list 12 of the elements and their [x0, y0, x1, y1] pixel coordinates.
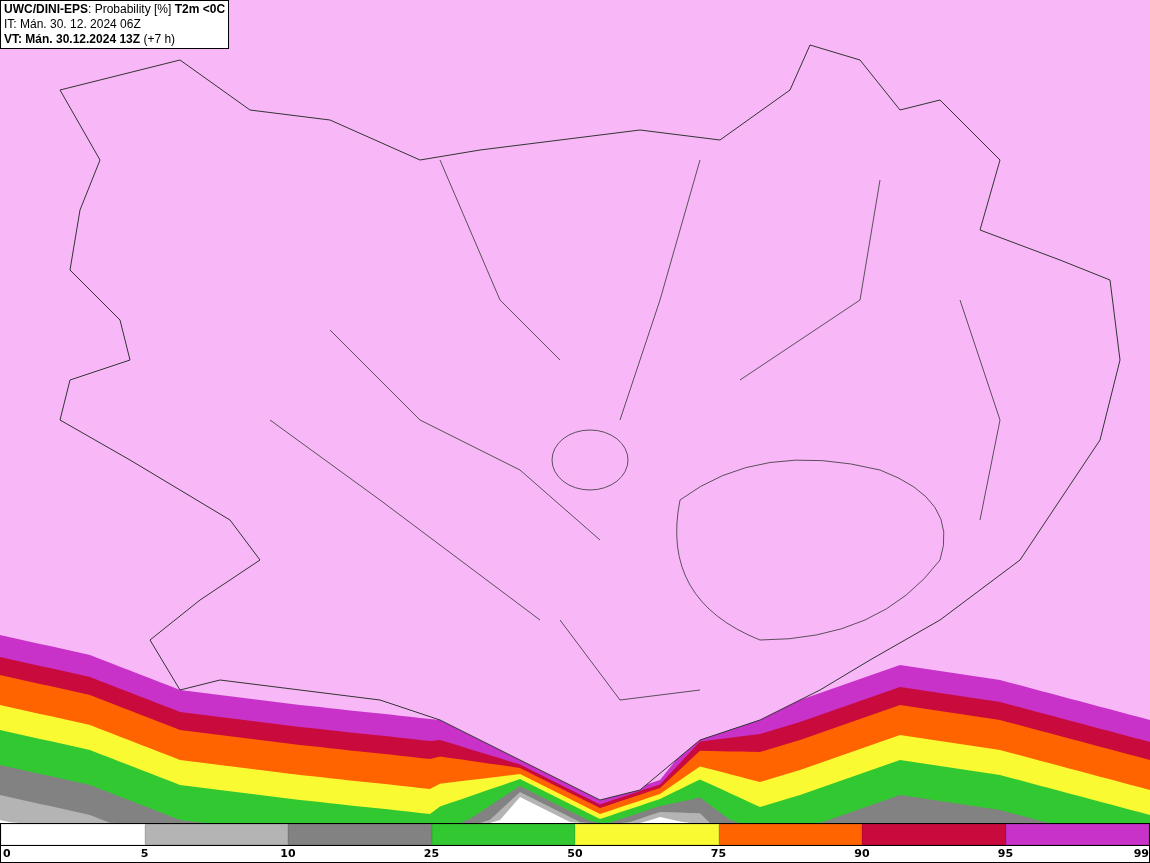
legend-label: 10 — [280, 847, 296, 861]
valid-time: VT: Mán. 30.12.2024 13Z (+7 h) — [4, 32, 176, 47]
map-title: UWC/DINI-EPS: Probability [%] T2m <0C — [4, 2, 226, 17]
legend-label: 25 — [423, 847, 440, 861]
init-time: IT: Mán. 30. 12. 2024 06Z — [4, 17, 141, 32]
legend-label: 0 — [3, 847, 11, 861]
legend-label: 5 — [140, 847, 149, 861]
legend-label: 95 — [997, 847, 1014, 861]
legend-label: 90 — [854, 847, 870, 861]
legend-label: 99 — [1133, 847, 1149, 861]
legend-label: 75 — [710, 847, 727, 861]
legend-label: 50 — [567, 847, 583, 861]
